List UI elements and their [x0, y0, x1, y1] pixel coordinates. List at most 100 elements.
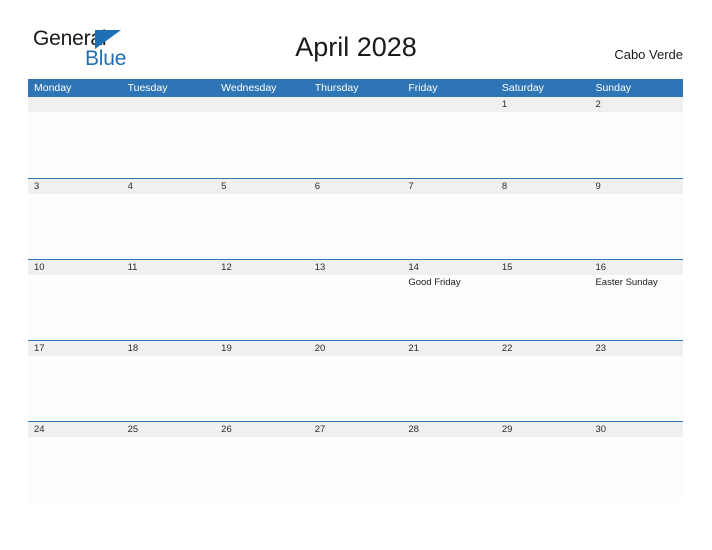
day-number-11[interactable]: 11 — [122, 260, 216, 275]
day-cell-20[interactable] — [309, 356, 403, 421]
day-cell-28[interactable] — [402, 437, 496, 502]
day-cell-8[interactable] — [496, 194, 590, 259]
day-cell-17[interactable] — [28, 356, 122, 421]
calendar-week-row: 17 18 19 20 21 22 23 — [28, 340, 683, 421]
day-cell-18[interactable] — [122, 356, 216, 421]
weekday-header-thursday: Thursday — [314, 82, 359, 94]
calendar-week-row: 12 — [28, 97, 683, 178]
day-cell-7[interactable] — [402, 194, 496, 259]
page-header: General Blue April 2028 Cabo Verde — [0, 0, 712, 69]
day-number-2[interactable]: 2 — [589, 97, 683, 112]
day-number-18[interactable]: 18 — [122, 341, 216, 356]
day-cell-26[interactable] — [215, 437, 309, 502]
weekday-header-saturday: Saturday — [501, 82, 544, 94]
day-cell-9[interactable] — [589, 194, 683, 259]
week-body-band — [28, 112, 683, 177]
calendar-table: Monday Tuesday Wednesday Thursday Friday Satu… — [28, 79, 683, 502]
day-number-3[interactable]: 3 — [28, 179, 122, 194]
day-cell-10[interactable] — [28, 275, 122, 340]
day-cell-19[interactable] — [215, 356, 309, 421]
day-number-24[interactable]: 24 — [28, 422, 122, 437]
event-label: Good Friday — [408, 277, 461, 288]
day-cell-23[interactable] — [589, 356, 683, 421]
day-cell-empty — [215, 112, 309, 177]
day-number-23[interactable]: 23 — [589, 341, 683, 356]
calendar-week-row: 10 11 12 13 14 15 16 Good Friday Easter Sunday — [28, 259, 683, 340]
weekday-header-row: Monday Tuesday Wednesday Thursday Friday Satu… — [28, 79, 683, 97]
day-number-12[interactable]: 12 — [215, 260, 309, 275]
day-cell-27[interactable] — [309, 437, 403, 502]
day-cell-30[interactable] — [589, 437, 683, 502]
weekday-header-monday: Monday — [34, 82, 72, 94]
day-number-5[interactable]: 5 — [215, 179, 309, 194]
day-cell-12[interactable] — [215, 275, 309, 340]
region-label: Cabo Verde — [614, 47, 683, 62]
weekday-header-tuesday: Tuesday — [127, 82, 168, 94]
day-number-17[interactable]: 17 — [28, 341, 122, 356]
calendar-week-row: 24 25 26 27 28 29 30 — [28, 421, 683, 502]
day-number-15[interactable]: 15 — [496, 260, 590, 275]
day-cell-13[interactable] — [309, 275, 403, 340]
day-number-empty — [122, 97, 216, 112]
day-cell-16[interactable]: Easter Sunday — [589, 275, 683, 340]
weekday-header-sunday: Sunday — [595, 82, 632, 94]
day-number-28[interactable]: 28 — [402, 422, 496, 437]
day-number-26[interactable]: 26 — [215, 422, 309, 437]
week-date-band: 24 25 26 27 28 29 30 — [28, 422, 683, 437]
day-number-9[interactable]: 9 — [589, 179, 683, 194]
day-cell-empty — [28, 112, 122, 177]
day-number-6[interactable]: 6 — [309, 179, 403, 194]
week-body-band — [28, 356, 683, 421]
week-date-band: 3456789 — [28, 179, 683, 194]
day-cell-24[interactable] — [28, 437, 122, 502]
day-cell-empty — [402, 112, 496, 177]
day-cell-25[interactable] — [122, 437, 216, 502]
day-number-25[interactable]: 25 — [122, 422, 216, 437]
week-date-band: 12 — [28, 97, 683, 112]
weekday-header-friday: Friday — [408, 82, 438, 94]
day-cell-21[interactable] — [402, 356, 496, 421]
calendar-page: General Blue April 2028 Cabo Verde Monda… — [0, 0, 712, 550]
day-number-empty — [402, 97, 496, 112]
day-cell-15[interactable] — [496, 275, 590, 340]
day-number-13[interactable]: 13 — [309, 260, 403, 275]
page-title: April 2028 — [295, 32, 417, 62]
day-cell-22[interactable] — [496, 356, 590, 421]
day-cell-29[interactable] — [496, 437, 590, 502]
day-cell-3[interactable] — [28, 194, 122, 259]
day-number-7[interactable]: 7 — [402, 179, 496, 194]
weekday-header-wednesday: Wednesday — [221, 82, 277, 94]
day-cell-14[interactable]: Good Friday — [402, 275, 496, 340]
week-body-band — [28, 194, 683, 259]
day-number-16[interactable]: 16 — [589, 260, 683, 275]
day-cell-4[interactable] — [122, 194, 216, 259]
week-body-band — [28, 437, 683, 502]
day-number-29[interactable]: 29 — [496, 422, 590, 437]
week-date-band: 17 18 19 20 21 22 23 — [28, 341, 683, 356]
day-number-20[interactable]: 20 — [309, 341, 403, 356]
day-number-4[interactable]: 4 — [122, 179, 216, 194]
day-cell-empty — [122, 112, 216, 177]
day-number-10[interactable]: 10 — [28, 260, 122, 275]
day-number-30[interactable]: 30 — [589, 422, 683, 437]
day-number-empty — [215, 97, 309, 112]
day-cell-11[interactable] — [122, 275, 216, 340]
day-number-27[interactable]: 27 — [309, 422, 403, 437]
day-number-empty — [309, 97, 403, 112]
day-number-8[interactable]: 8 — [496, 179, 590, 194]
day-cell-1[interactable] — [496, 112, 590, 177]
calendar-weeks: 1 2 3 4 5 6 7 8 9 10 11 12 13 14 15 16 Good Friday Easter… — [28, 97, 683, 502]
day-number-22[interactable]: 22 — [496, 341, 590, 356]
day-number-1[interactable]: 1 — [496, 97, 590, 112]
event-label: Easter Sunday — [595, 277, 658, 288]
day-number-14[interactable]: 14 — [402, 260, 496, 275]
day-cell-2[interactable] — [589, 112, 683, 177]
calendar-week-row: 3456789 — [28, 178, 683, 259]
day-cell-empty — [309, 112, 403, 177]
day-number-21[interactable]: 21 — [402, 341, 496, 356]
day-number-empty — [28, 97, 122, 112]
day-number-19[interactable]: 19 — [215, 341, 309, 356]
day-cell-5[interactable] — [215, 194, 309, 259]
week-date-band: 10 11 12 13 14 15 16 — [28, 260, 683, 275]
day-cell-6[interactable] — [309, 194, 403, 259]
